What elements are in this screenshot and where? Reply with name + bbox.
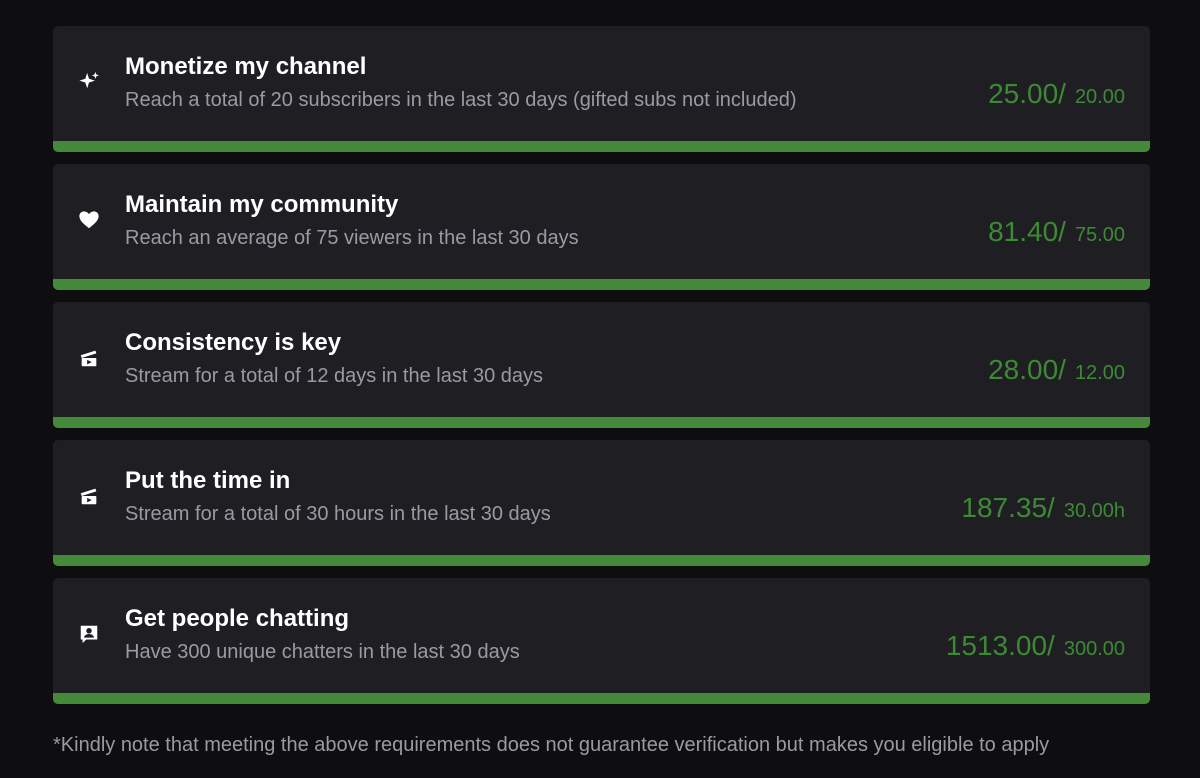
requirements-list: Monetize my channel Reach a total of 20 …: [53, 26, 1150, 716]
target-value: 12.00: [1074, 362, 1125, 384]
requirement-progress-value: 1513.00/ 300.00: [946, 630, 1125, 662]
requirement-title: Monetize my channel: [125, 53, 367, 80]
target-value: 30.00h: [1063, 500, 1125, 522]
progress-bar: [53, 417, 1150, 428]
current-value: 1513.00/: [945, 630, 1055, 661]
clapperboard-icon: [77, 346, 101, 370]
requirement-progress-value: 187.35/ 30.00h: [961, 492, 1125, 524]
current-value: 187.35/: [961, 492, 1055, 523]
requirement-card-monetize: Monetize my channel Reach a total of 20 …: [53, 26, 1150, 152]
progress-bar-fill: [53, 555, 1150, 566]
eligibility-note: *Kindly note that meeting the above requ…: [53, 734, 1050, 756]
requirement-description: Stream for a total of 12 days in the las…: [125, 365, 544, 387]
requirement-description: Reach an average of 75 viewers in the la…: [125, 227, 579, 249]
requirement-progress-value: 81.40/ 75.00: [988, 216, 1125, 248]
current-value: 25.00/: [988, 78, 1066, 109]
requirement-description: Have 300 unique chatters in the last 30 …: [125, 641, 520, 663]
progress-bar-fill: [53, 417, 1150, 428]
progress-bar: [53, 279, 1150, 290]
progress-bar: [53, 693, 1150, 704]
requirement-title: Consistency is key: [125, 329, 342, 356]
target-value: 20.00: [1074, 86, 1125, 108]
progress-bar-fill: [53, 693, 1150, 704]
clapperboard-icon: [77, 484, 101, 508]
current-value: 81.40/: [988, 216, 1066, 247]
requirement-card-consistency: Consistency is key Stream for a total of…: [53, 302, 1150, 428]
target-value: 75.00: [1074, 224, 1125, 246]
progress-bar: [53, 141, 1150, 152]
requirement-card-community: Maintain my community Reach an average o…: [53, 164, 1150, 290]
target-value: 300.00: [1063, 638, 1125, 660]
current-value: 28.00/: [988, 354, 1066, 385]
progress-bar: [53, 555, 1150, 566]
requirement-title: Get people chatting: [125, 605, 350, 632]
requirement-card-chatting: Get people chatting Have 300 unique chat…: [53, 578, 1150, 704]
heart-icon: [77, 208, 101, 232]
requirement-description: Reach a total of 20 subscribers in the l…: [125, 89, 797, 111]
progress-bar-fill: [53, 279, 1150, 290]
requirement-title: Maintain my community: [125, 191, 399, 218]
requirement-progress-value: 28.00/ 12.00: [988, 354, 1125, 386]
progress-bar-fill: [53, 141, 1150, 152]
requirement-card-time: Put the time in Stream for a total of 30…: [53, 440, 1150, 566]
requirement-progress-value: 25.00/ 20.00: [988, 78, 1125, 110]
sparkle-icon: [77, 70, 101, 94]
requirement-description: Stream for a total of 30 hours in the la…: [125, 503, 551, 525]
chat-user-icon: [77, 622, 101, 646]
requirement-title: Put the time in: [125, 467, 291, 494]
